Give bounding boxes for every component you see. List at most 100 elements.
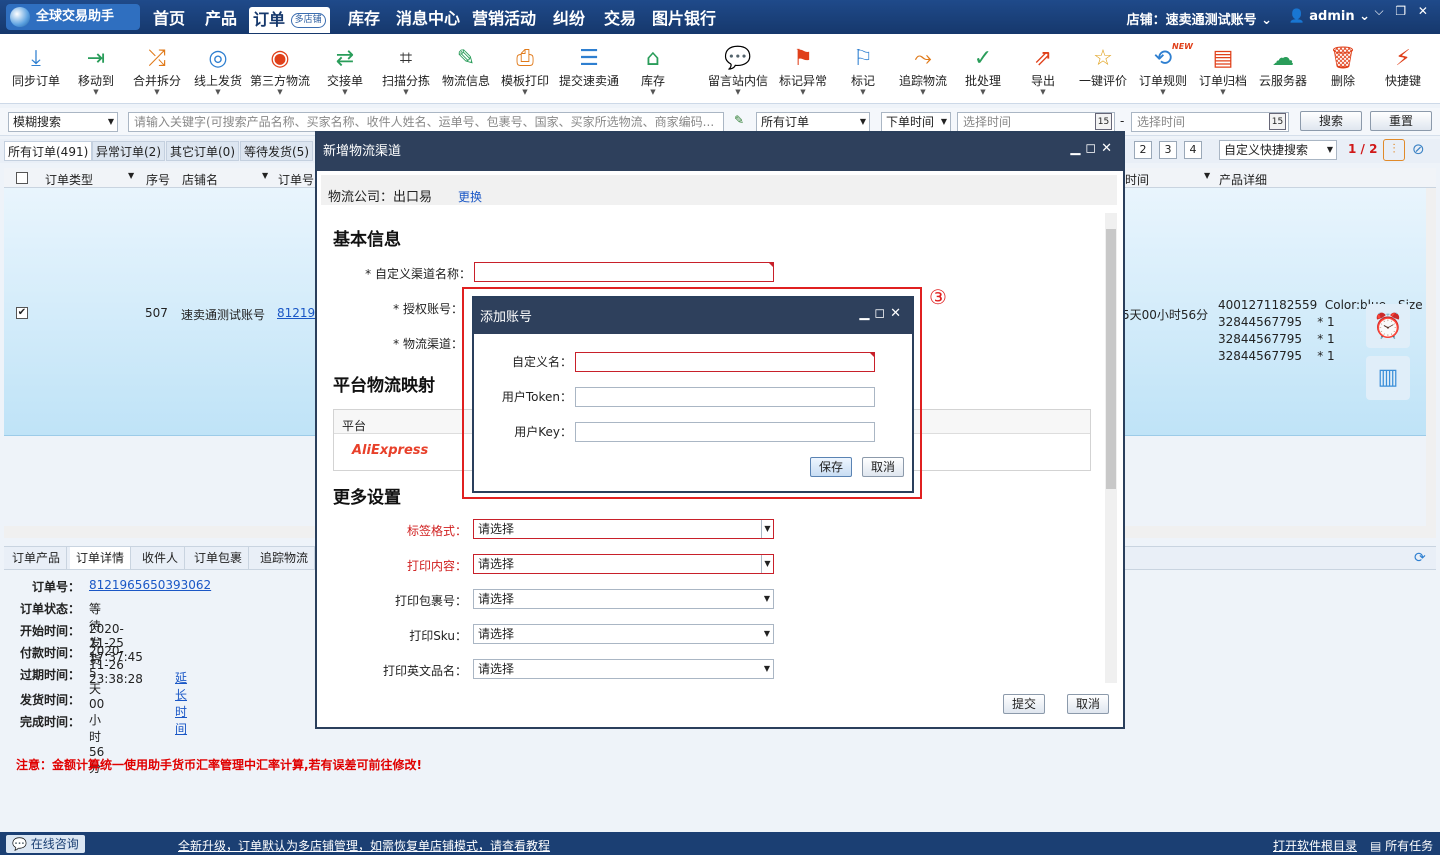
nav-products[interactable]: 产品 (205, 6, 237, 32)
col-seq[interactable]: 序号 (146, 171, 170, 188)
quick-search-select[interactable]: 自定义快捷搜索 ▼ (1219, 140, 1337, 160)
app-logo[interactable]: 全球交易助手 (6, 4, 140, 30)
chevron-down-icon: ▼ (154, 88, 160, 96)
calendar-icon[interactable]: 15 (1269, 113, 1286, 130)
toolbar-button[interactable]: ⚡ 快捷键 (1371, 46, 1435, 89)
row-checkbox[interactable]: ✔ (16, 307, 28, 319)
toolbar-button[interactable]: ▤ 订单归档 ▼ (1191, 46, 1255, 96)
hide-eye-icon[interactable]: ⊘ (1412, 140, 1425, 158)
col-time[interactable]: 时间 (1125, 171, 1149, 188)
time-type-select[interactable]: 下单时间 ▼ (881, 112, 951, 132)
grid-scrollbar[interactable] (1426, 188, 1436, 534)
page-4-button[interactable]: 4 (1184, 141, 1202, 159)
dialog-title-bar[interactable]: 新增物流渠道 (317, 133, 1123, 171)
nav-messages[interactable]: 消息中心 (396, 6, 460, 32)
toolbar-button[interactable]: ⇥ 移动到 ▼ (64, 46, 128, 96)
toolbar-button[interactable]: ☆ 一键评价 (1071, 46, 1135, 89)
nav-image-bank[interactable]: 图片银行 (652, 6, 716, 32)
sort-icon[interactable]: ▼ (1204, 171, 1210, 180)
order-no-link[interactable]: 8121965650393062 (89, 578, 211, 592)
nav-orders[interactable]: 订单 多店铺 (249, 7, 330, 33)
start-time-input[interactable]: 选择时间 (957, 112, 1115, 132)
toolbar-button[interactable]: ⤳ 追踪物流 ▼ (891, 46, 955, 96)
print-english-name-select[interactable]: 请选择 ▼ (473, 659, 774, 679)
pencil-icon[interactable]: ✎ (734, 113, 744, 127)
toolbar-button-label: 删除 (1330, 74, 1355, 88)
print-package-no-select[interactable]: 请选择 ▼ (473, 589, 774, 609)
col-store[interactable]: 店铺名 (182, 171, 218, 188)
col-order-no[interactable]: 订单号 (278, 171, 314, 188)
sort-icon[interactable]: ▼ (262, 171, 268, 180)
upgrade-notice-link[interactable]: 全新升级，订单默认为多店铺管理，如需恢复单店铺模式，请查看教程 (178, 837, 550, 854)
bar-chart-icon[interactable]: ▥ (1366, 356, 1410, 400)
submit-button[interactable]: 提交 (1003, 694, 1045, 714)
alarm-clock-icon[interactable]: ⏰ (1366, 304, 1410, 348)
nav-marketing[interactable]: 营销活动 (472, 6, 536, 32)
sort-icon[interactable]: ▼ (128, 171, 134, 180)
end-time-input[interactable]: 选择时间 (1131, 112, 1289, 132)
toolbar-button[interactable]: 💬 留言站内信 ▼ (706, 46, 770, 96)
window-controls[interactable]: ⌵ ❐ ✕ (1374, 4, 1432, 19)
col-order-type[interactable]: 订单类型 (45, 171, 93, 188)
tab-other-orders[interactable]: 其它订单(0) (166, 141, 239, 161)
nav-disputes[interactable]: 纠纷 (553, 6, 585, 32)
label-format-select[interactable]: 请选择 ▼ (473, 519, 774, 539)
multi-store-badge: 多店铺 (290, 13, 326, 28)
tab-order-detail[interactable]: 订单详情 (70, 547, 132, 569)
nav-trade[interactable]: 交易 (604, 6, 636, 32)
nav-home[interactable]: 首页 (153, 6, 185, 32)
user-menu[interactable]: 👤 admin ⌄ (1289, 9, 1370, 24)
toolbar-button[interactable]: ☰ 提交速卖通 (557, 46, 621, 89)
tab-track-logistics[interactable]: 追踪物流 (254, 547, 316, 569)
toolbar-button[interactable]: ⌗ 扫描分拣 ▼ (374, 46, 438, 96)
toolbar-button[interactable]: ✓ 批处理 ▼ (951, 46, 1015, 96)
tab-awaiting-shipment[interactable]: 等待发货(5) (240, 141, 313, 161)
store-selector[interactable]: 店铺：速卖通测试账号 ⌄ (1127, 9, 1272, 28)
tab-all-orders[interactable]: 所有订单(491) (4, 141, 93, 161)
toolbar-button[interactable]: ⎙ 模板打印 ▼ (493, 46, 557, 96)
calendar-icon[interactable]: 15 (1095, 113, 1112, 130)
page-2-button[interactable]: 2 (1134, 141, 1152, 159)
print-sku-select[interactable]: 请选择 ▼ (473, 624, 774, 644)
online-consult-button[interactable]: 💬 在线咨询 (6, 835, 85, 853)
keyword-search-input[interactable]: 请输入关键字(可搜索产品名称、买家名称、收件人姓名、运单号、包裹号、国家、买家所… (128, 112, 724, 132)
toolbar-button-label: 交接单 (326, 74, 363, 88)
extend-time-link[interactable]: 延长时间 (175, 669, 187, 737)
toolbar-button[interactable]: ⇄ 交接单 ▼ (313, 46, 377, 96)
toolbar-button[interactable]: ⤮ 合并拆分 ▼ (125, 46, 189, 96)
reset-button[interactable]: 重置 (1370, 111, 1432, 131)
tab-recipient[interactable]: 收件人 (136, 547, 186, 569)
all-tasks-button[interactable]: ▤ 所有任务 (1370, 837, 1433, 854)
dialog-window-controls[interactable]: ▁◻✕ (1070, 141, 1117, 156)
dialog-scroll-thumb[interactable] (1106, 229, 1116, 489)
col-product-detail[interactable]: 产品详细 (1219, 171, 1267, 188)
toolbar-button[interactable]: ☁ 云服务器 (1251, 46, 1315, 89)
toolbar-button[interactable]: ⚐ 标记 ▼ (831, 46, 895, 96)
toolbar-button[interactable]: ⚑ 标记异常 ▼ (771, 46, 835, 96)
print-content-select[interactable]: 请选择 ▼ (473, 554, 774, 574)
order-filter-select[interactable]: 所有订单 ▼ (756, 112, 870, 132)
toolbar-button[interactable]: ⇗ 导出 ▼ (1011, 46, 1075, 96)
col-platform: 平台 (342, 419, 367, 433)
search-mode-select[interactable]: 模糊搜索 ▼ (8, 112, 118, 132)
refresh-icon[interactable]: ⟳ (1414, 550, 1426, 566)
nav-inventory[interactable]: 库存 (348, 6, 380, 32)
tab-order-package[interactable]: 订单包裹 (188, 547, 250, 569)
toolbar-button[interactable]: 🗑 删除 (1311, 46, 1375, 89)
page-3-button[interactable]: 3 (1159, 141, 1177, 159)
toolbar-button[interactable]: ✎ 物流信息 (434, 46, 498, 89)
search-button[interactable]: 搜索 (1300, 111, 1362, 131)
toolbar-button[interactable]: ◎ 线上发货 ▼ (186, 46, 250, 96)
column-settings-icon[interactable]: ⫶ (1383, 139, 1405, 161)
channel-name-input[interactable] (474, 262, 774, 282)
cancel-button[interactable]: 取消 (1067, 694, 1109, 714)
change-company-link[interactable]: 更换 (458, 188, 482, 205)
select-all-checkbox[interactable] (16, 172, 28, 184)
toolbar-button[interactable]: ⤓ 同步订单 (4, 46, 68, 89)
tab-abnormal-orders[interactable]: 异常订单(2) (92, 141, 165, 161)
toolbar-button[interactable]: ⟲ 订单规则 ▼ (1131, 46, 1195, 96)
tab-order-products[interactable]: 订单产品 (6, 547, 68, 569)
toolbar-button[interactable]: ◉ 第三方物流 ▼ (248, 46, 312, 96)
toolbar-button[interactable]: ⌂ 库存 ▼ (621, 46, 685, 96)
open-root-dir-link[interactable]: 打开软件根目录 (1273, 837, 1357, 854)
